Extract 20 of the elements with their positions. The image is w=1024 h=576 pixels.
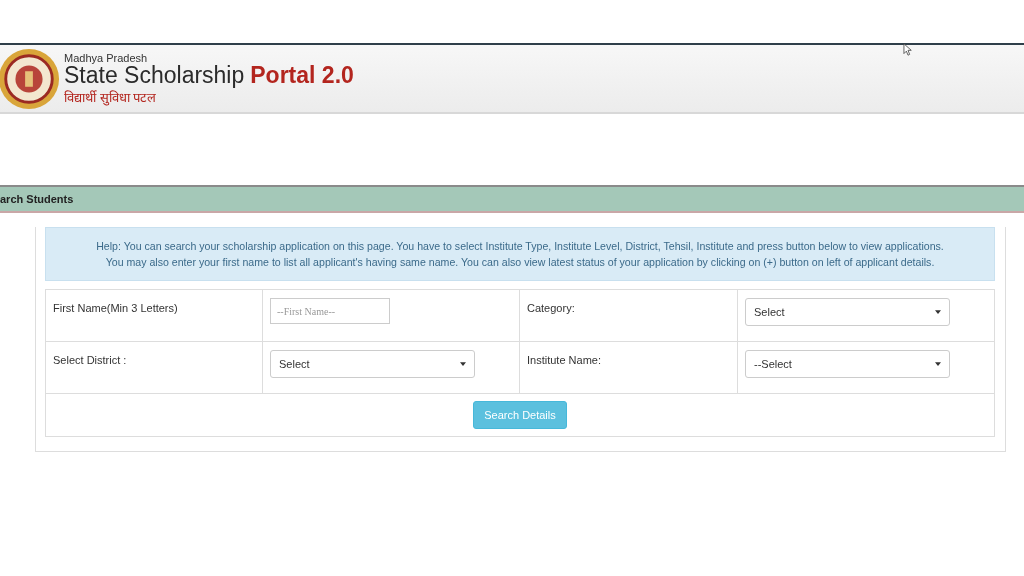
section-title: arch Students [0,193,74,205]
first-name-field[interactable]: --First Name-- [270,298,390,324]
help-text: Help: You can search your scholarship application on this page. You have to select Institute Type, Institute Level, District, Tehsil, Institute and press button below to view applications. [96,240,944,252]
portal-version-title: Portal 2.0 [250,63,354,87]
field-label: Institute Name: [527,354,601,366]
field-label: First Name(Min 3 Letters) [53,302,178,314]
caret-icon [935,310,941,314]
emblem-icon [0,47,60,110]
field-label: Select District : [53,354,127,366]
select-dropdown[interactable]: Select [270,350,475,378]
help-text: You may also enter your first name to list all applicant's having same name. You can also view latest status of your application by clicking on (+) button on left of applicant details. [105,256,935,268]
caret-icon [460,362,466,366]
select-dropdown[interactable]: Select [745,298,950,326]
portal-title: State Scholarship [64,63,245,87]
select-dropdown[interactable]: --Select [745,350,950,378]
hindi-tagline: विद्यार्थी सुविधा पटल [64,88,158,106]
field-label: Category: [527,302,575,314]
caret-icon [935,362,941,366]
cursor-icon [903,43,913,56]
state-name: Madhya Pradesh [64,51,149,64]
